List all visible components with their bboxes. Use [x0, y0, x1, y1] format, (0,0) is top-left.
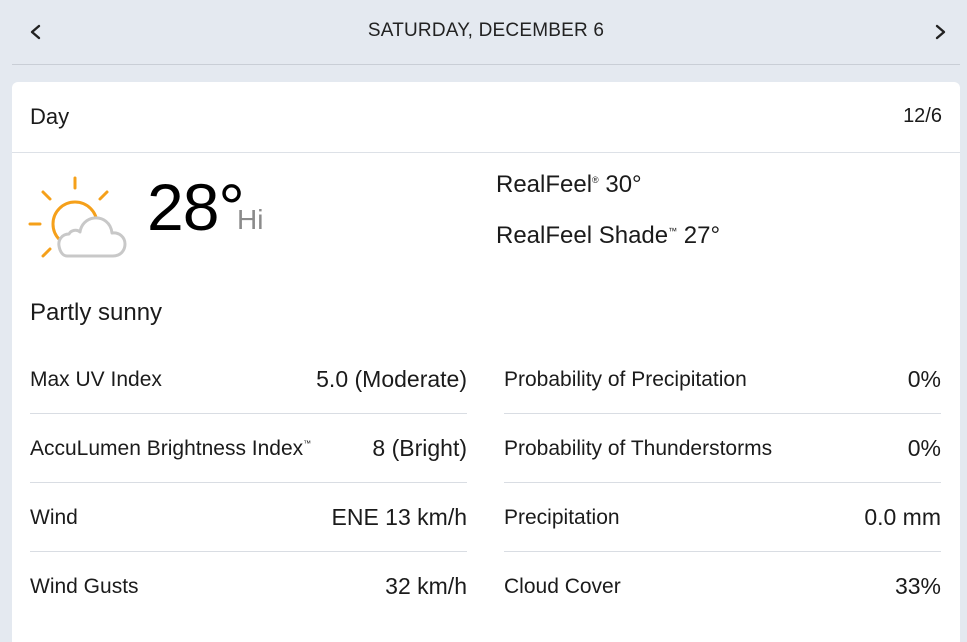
details-right-list: Probability of Precipitation 0% Probabil…	[504, 345, 941, 620]
trademark-mark: ™	[668, 226, 678, 236]
detail-label: Probability of Precipitation	[504, 368, 747, 391]
temperature-label: Hi	[237, 204, 264, 235]
detail-label: AccuLumen Brightness Index™	[30, 437, 312, 460]
detail-label: Max UV Index	[30, 368, 162, 391]
detail-label: Wind	[30, 506, 78, 529]
realfeel-shade: RealFeel Shade™ 27°	[496, 222, 720, 250]
detail-row: Probability of Precipitation 0%	[504, 345, 941, 414]
detail-value: 0.0 mm	[864, 504, 941, 530]
detail-row: AccuLumen Brightness Index™ 8 (Bright)	[30, 414, 467, 483]
detail-value: 0%	[907, 435, 941, 461]
detail-label: Precipitation	[504, 506, 620, 529]
detail-label: Wind Gusts	[30, 575, 139, 598]
detail-value: 8 (Bright)	[372, 435, 467, 461]
detail-label: Cloud Cover	[504, 575, 621, 598]
date-title: SATURDAY, DECEMBER 6	[367, 20, 605, 41]
chevron-right-icon[interactable]	[926, 17, 956, 47]
detail-row: Cloud Cover 33%	[504, 552, 941, 620]
card-header: Day 12/6	[12, 82, 960, 153]
detail-value: ENE 13 km/h	[331, 504, 468, 530]
detail-value: 5.0 (Moderate)	[316, 366, 467, 392]
temperature-value: 28°	[147, 170, 245, 244]
detail-value: 33%	[894, 573, 941, 599]
realfeel-label: RealFeel	[496, 171, 593, 198]
detail-value: 32 km/h	[385, 573, 467, 599]
detail-row: Precipitation 0.0 mm	[504, 483, 941, 552]
realfeel-value: 30°	[605, 171, 642, 198]
realfeel: RealFeel® 30°	[496, 171, 642, 199]
weather-phrase: Partly sunny	[30, 299, 163, 326]
partly-sunny-icon	[27, 176, 127, 262]
detail-value: 0%	[907, 366, 941, 392]
date-navigation: SATURDAY, DECEMBER 6	[12, 0, 960, 65]
registered-mark: ®	[592, 175, 599, 185]
detail-label: Probability of Thunderstorms	[504, 437, 773, 460]
realfeel-shade-value: 27°	[683, 222, 721, 249]
detail-row: Probability of Thunderstorms 0%	[504, 414, 941, 483]
detail-row: Max UV Index 5.0 (Moderate)	[30, 345, 467, 414]
card-short-date: 12/6	[903, 105, 942, 127]
card-title: Day	[30, 104, 70, 129]
day-forecast-card: Day 12/6 28° Hi RealFeel® 30° RealFeel S…	[12, 82, 960, 642]
detail-row: Wind Gusts 32 km/h	[30, 552, 467, 620]
detail-row: Wind ENE 13 km/h	[30, 483, 467, 552]
details-left-list: Max UV Index 5.0 (Moderate) AccuLumen Br…	[30, 345, 467, 620]
realfeel-shade-label: RealFeel Shade	[496, 222, 669, 249]
